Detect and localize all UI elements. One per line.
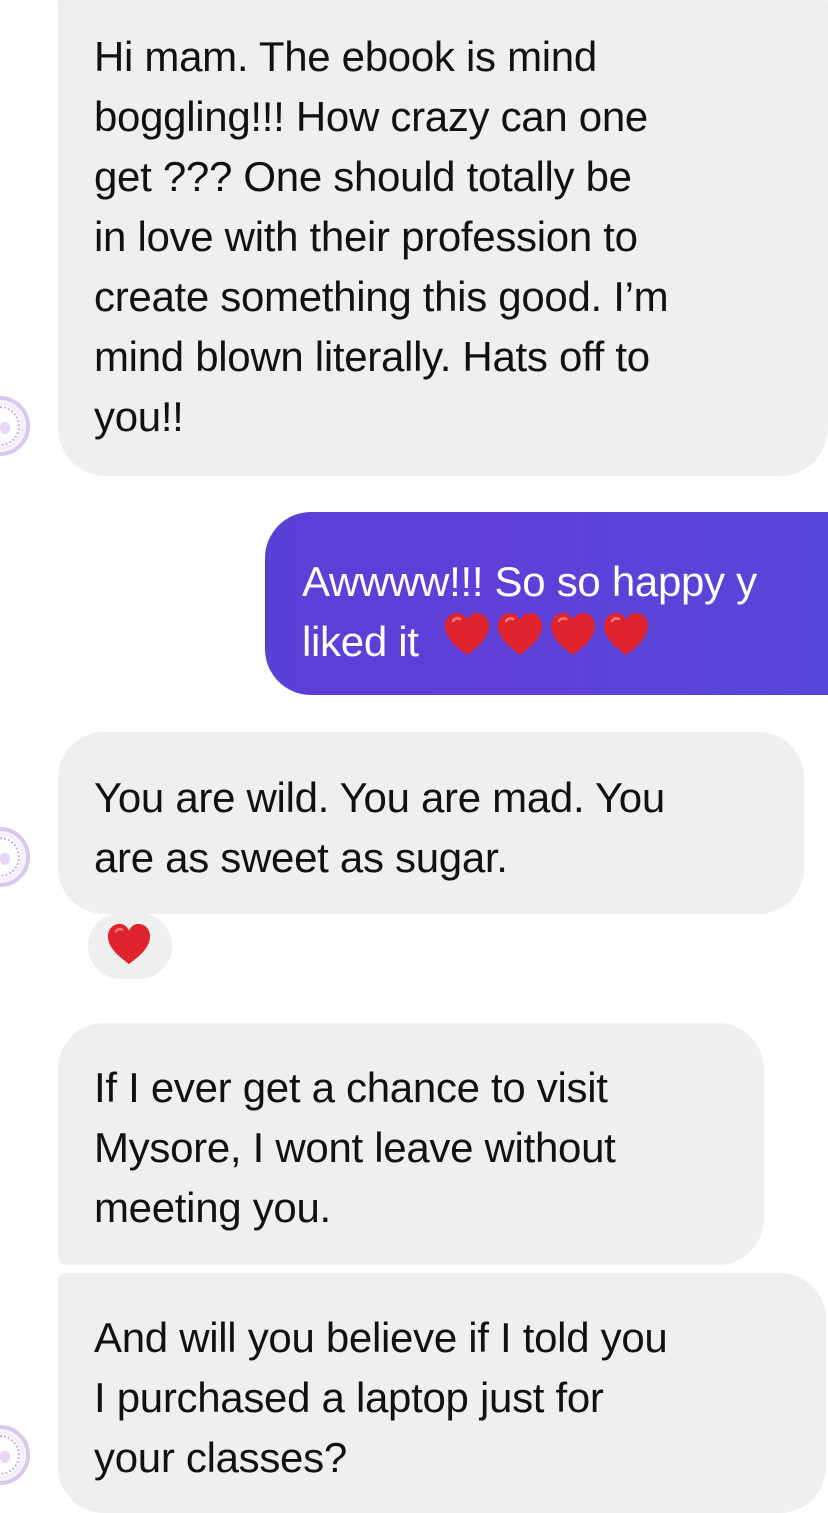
incoming-message-bubble[interactable]: And will you believe if I told you I pur… [58,1273,826,1513]
red-heart-icon [443,611,489,655]
incoming-message-bubble[interactable]: You are wild. You are mad. You are as sw… [58,732,804,914]
contact-avatar-icon[interactable] [0,1425,30,1485]
contact-avatar-icon[interactable] [0,827,30,887]
incoming-message-bubble[interactable]: Hi mam. The ebook is mind boggling!!! Ho… [58,0,828,476]
contact-avatar-icon[interactable] [0,396,30,456]
heart-emoji-group [443,611,655,661]
red-heart-icon [496,611,542,655]
red-heart-icon [602,611,648,655]
red-heart-icon [549,611,595,655]
incoming-message-bubble[interactable]: If I ever get a chance to visit Mysore, … [58,1023,764,1265]
red-heart-icon [106,922,151,966]
outgoing-message-bubble[interactable]: Awwww!!! So so happy y liked it [265,512,828,695]
message-reaction[interactable] [88,913,172,979]
